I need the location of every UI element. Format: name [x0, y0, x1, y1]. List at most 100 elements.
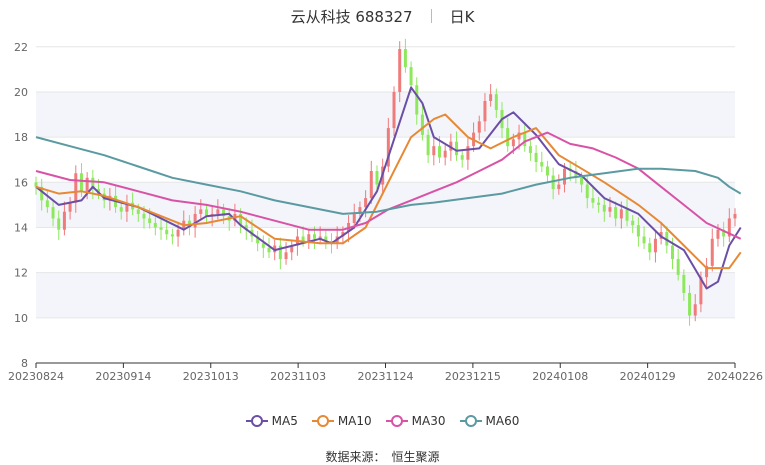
candle-body	[119, 207, 123, 212]
candle-body	[261, 243, 265, 248]
candle-body	[455, 141, 459, 156]
candle-body	[631, 220, 635, 226]
candle-body	[506, 128, 510, 147]
candle-body	[420, 114, 424, 135]
x-tick-label: 20231013	[183, 370, 239, 383]
x-tick-label: 20240226	[707, 370, 763, 383]
candle-body	[199, 209, 203, 214]
candle-body	[364, 198, 368, 208]
candle-body	[45, 200, 49, 208]
y-tick-label: 18	[14, 131, 28, 144]
candle-body	[585, 184, 589, 199]
candle-body	[409, 67, 413, 86]
candle-body	[352, 213, 356, 223]
legend-item-ma10[interactable]: MA10	[311, 414, 372, 428]
y-tick-label: 22	[14, 41, 28, 54]
source-name: 恒生聚源	[391, 450, 440, 464]
candle-body	[528, 146, 532, 153]
candle-body	[301, 236, 305, 242]
candle-body	[142, 213, 146, 219]
legend-item-ma30[interactable]: MA30	[385, 414, 446, 428]
candle-body	[716, 229, 720, 239]
candle-body	[415, 85, 419, 115]
legend-label: MA60	[485, 414, 520, 428]
data-source: 数据来源： 恒生聚源	[0, 448, 765, 465]
legend-marker-icon	[311, 415, 334, 427]
candle-body	[148, 218, 152, 223]
legend-marker-icon	[385, 415, 408, 427]
candle-body	[307, 234, 311, 242]
candle-body	[170, 234, 174, 237]
candle-body	[636, 225, 640, 237]
candle-body	[545, 166, 549, 176]
candle-body	[477, 121, 481, 133]
candle-body	[159, 227, 163, 230]
source-label: 数据来源：	[325, 450, 386, 464]
candle-body	[426, 134, 430, 156]
legend-marker-icon	[459, 415, 482, 427]
candle-body	[489, 94, 493, 101]
candle-body	[682, 274, 686, 293]
candle-body	[79, 173, 83, 192]
y-tick-label: 8	[21, 357, 28, 370]
candle-body	[392, 91, 396, 129]
candle-body	[432, 146, 436, 156]
candle-body	[57, 218, 61, 230]
legend-marker-icon	[245, 415, 268, 427]
candle-body	[619, 209, 623, 219]
candle-body	[693, 304, 697, 316]
candle-body	[443, 150, 447, 158]
candle-body	[136, 209, 140, 214]
candle-body	[625, 209, 629, 221]
candle-body	[614, 207, 618, 219]
candle-body	[557, 184, 561, 190]
candle-body	[688, 292, 692, 316]
candle-body	[176, 229, 180, 237]
candle-body	[216, 209, 220, 214]
shaded-band	[36, 272, 735, 318]
candle-body	[398, 49, 402, 92]
legend-item-ma5[interactable]: MA5	[245, 414, 298, 428]
legend: MA5 MA10 MA30 MA60	[0, 410, 765, 432]
legend-item-ma60[interactable]: MA60	[459, 414, 520, 428]
candle-body	[733, 213, 737, 219]
kline-chart: 8 10 12 14 16 18 20 22 20230824 20230914 20231013 2…	[8, 38, 763, 383]
candle-body	[540, 161, 544, 167]
candle-body	[403, 49, 407, 68]
candle-body	[710, 238, 714, 266]
candle-body	[62, 211, 66, 230]
legend-label: MA5	[271, 414, 298, 428]
candle-body	[653, 238, 657, 253]
candle-body	[670, 245, 674, 260]
x-tick-label: 20230914	[95, 370, 151, 383]
legend-label: MA30	[411, 414, 446, 428]
candle-body	[648, 243, 652, 253]
candle-body	[284, 252, 288, 260]
candle-body	[51, 207, 55, 219]
x-tick-label: 20240129	[620, 370, 676, 383]
legend-label: MA10	[337, 414, 372, 428]
candle-body	[267, 247, 271, 253]
candle-body	[85, 177, 89, 192]
y-tick-label: 10	[14, 312, 28, 325]
candle-body	[483, 100, 487, 122]
x-tick-label: 20230824	[8, 370, 64, 383]
candle-body	[580, 177, 584, 185]
x-tick-label: 20240108	[532, 370, 588, 383]
candle-body	[165, 229, 169, 235]
candle-body	[523, 132, 527, 147]
candle-body	[563, 168, 567, 185]
y-tick-label: 16	[14, 176, 28, 189]
candle-body	[597, 202, 601, 205]
candle-body	[608, 207, 612, 212]
candle-body	[68, 202, 72, 212]
candle-body	[642, 236, 646, 244]
candle-body	[74, 173, 78, 203]
candle-body	[676, 259, 680, 275]
candle-body	[591, 198, 595, 203]
candle-body	[437, 146, 441, 158]
x-tick-label: 20231124	[358, 370, 414, 383]
candle-body	[460, 155, 464, 160]
y-tick-label: 14	[14, 221, 28, 234]
x-tick-label: 20231215	[445, 370, 501, 383]
